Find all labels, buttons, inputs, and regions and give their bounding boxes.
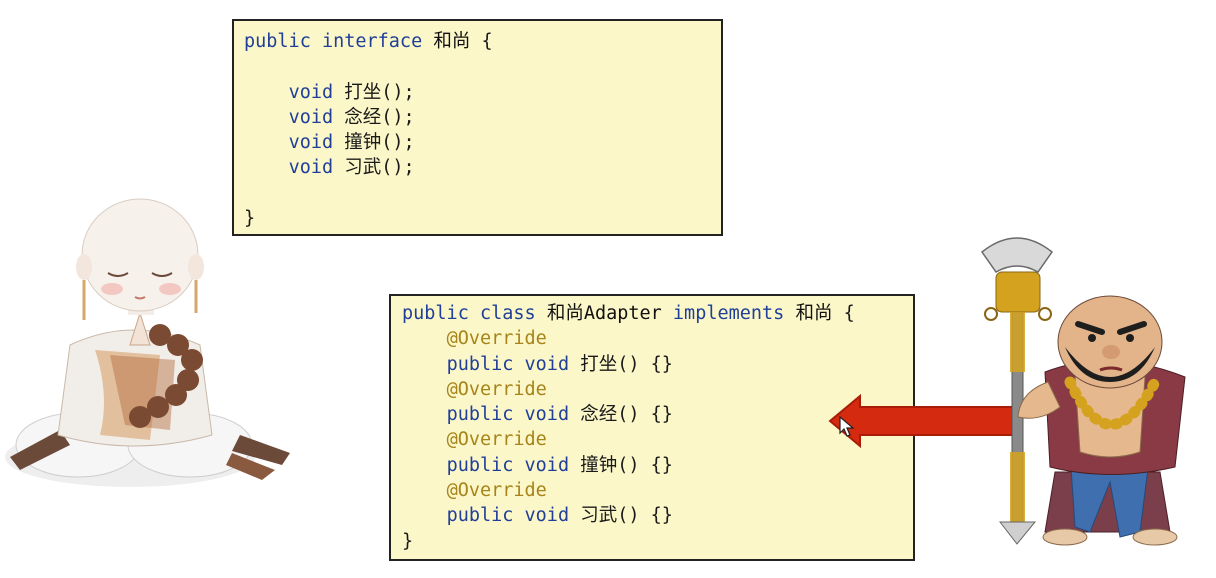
method-tail: () {}: [617, 505, 673, 527]
interface-method-line: void 打坐();: [244, 80, 711, 105]
interface-method-line: void 撞钟();: [244, 130, 711, 155]
meditating-monk-illustration: [5, 198, 290, 487]
keyword-void: void: [288, 132, 334, 154]
open-brace: {: [481, 31, 493, 52]
keyword-public: public: [402, 303, 469, 324]
adapter-declaration-line: public class 和尚Adapter implements 和尚 {: [402, 301, 902, 326]
keyword-public-void: public void: [446, 353, 570, 375]
method-name: 习武: [344, 157, 382, 179]
adapter-method-line: public void 打坐() {}: [402, 352, 902, 377]
adapter-method-line: public void 撞钟() {}: [402, 453, 902, 478]
method-name: 习武: [580, 505, 618, 527]
open-brace: {: [843, 303, 855, 324]
interface-method-line: void 念经();: [244, 105, 711, 130]
interface-name: 和尚: [433, 31, 471, 52]
keyword-implements: implements: [672, 303, 785, 324]
keyword-public-void: public void: [446, 404, 570, 426]
override-annotation: @Override: [446, 480, 547, 502]
keyword-void: void: [288, 157, 334, 179]
keyword-void: void: [288, 106, 334, 128]
keyword-interface: interface: [321, 31, 423, 52]
method-name: 打坐: [344, 81, 382, 103]
method-tail: () {}: [617, 454, 673, 476]
annotation-line: @Override: [402, 326, 902, 351]
override-annotation: @Override: [446, 429, 547, 451]
method-tail: ();: [381, 81, 415, 103]
warrior-monk-illustration: [980, 237, 1186, 546]
method-name: 念经: [344, 106, 382, 128]
class-name: 和尚Adapter: [546, 303, 662, 324]
method-name: 撞钟: [344, 132, 382, 154]
interface-declaration-line: public interface 和尚 {: [244, 29, 711, 54]
close-brace: }: [244, 208, 256, 230]
mouse-cursor-icon: [839, 416, 855, 437]
interface-method-line: void 习武();: [244, 155, 711, 180]
keyword-class: class: [479, 303, 536, 324]
method-tail: ();: [381, 157, 415, 179]
interface-code-box: public interface 和尚 { void 打坐(); void 念经…: [232, 19, 723, 236]
adapter-method-line: public void 习武() {}: [402, 503, 902, 528]
override-annotation: @Override: [446, 378, 547, 400]
method-name: 撞钟: [580, 454, 618, 476]
keyword-public: public: [244, 31, 311, 52]
implemented-interface-name: 和尚: [795, 303, 833, 324]
keyword-public-void: public void: [446, 505, 570, 527]
keyword-public-void: public void: [446, 454, 570, 476]
override-annotation: @Override: [446, 328, 547, 350]
close-brace: }: [402, 530, 414, 552]
method-name: 打坐: [580, 353, 618, 375]
method-tail: ();: [381, 132, 415, 154]
method-tail: ();: [381, 106, 415, 128]
keyword-void: void: [288, 81, 334, 103]
method-name: 念经: [580, 404, 618, 426]
method-tail: () {}: [617, 404, 673, 426]
method-tail: () {}: [617, 353, 673, 375]
annotation-line: @Override: [402, 478, 902, 503]
